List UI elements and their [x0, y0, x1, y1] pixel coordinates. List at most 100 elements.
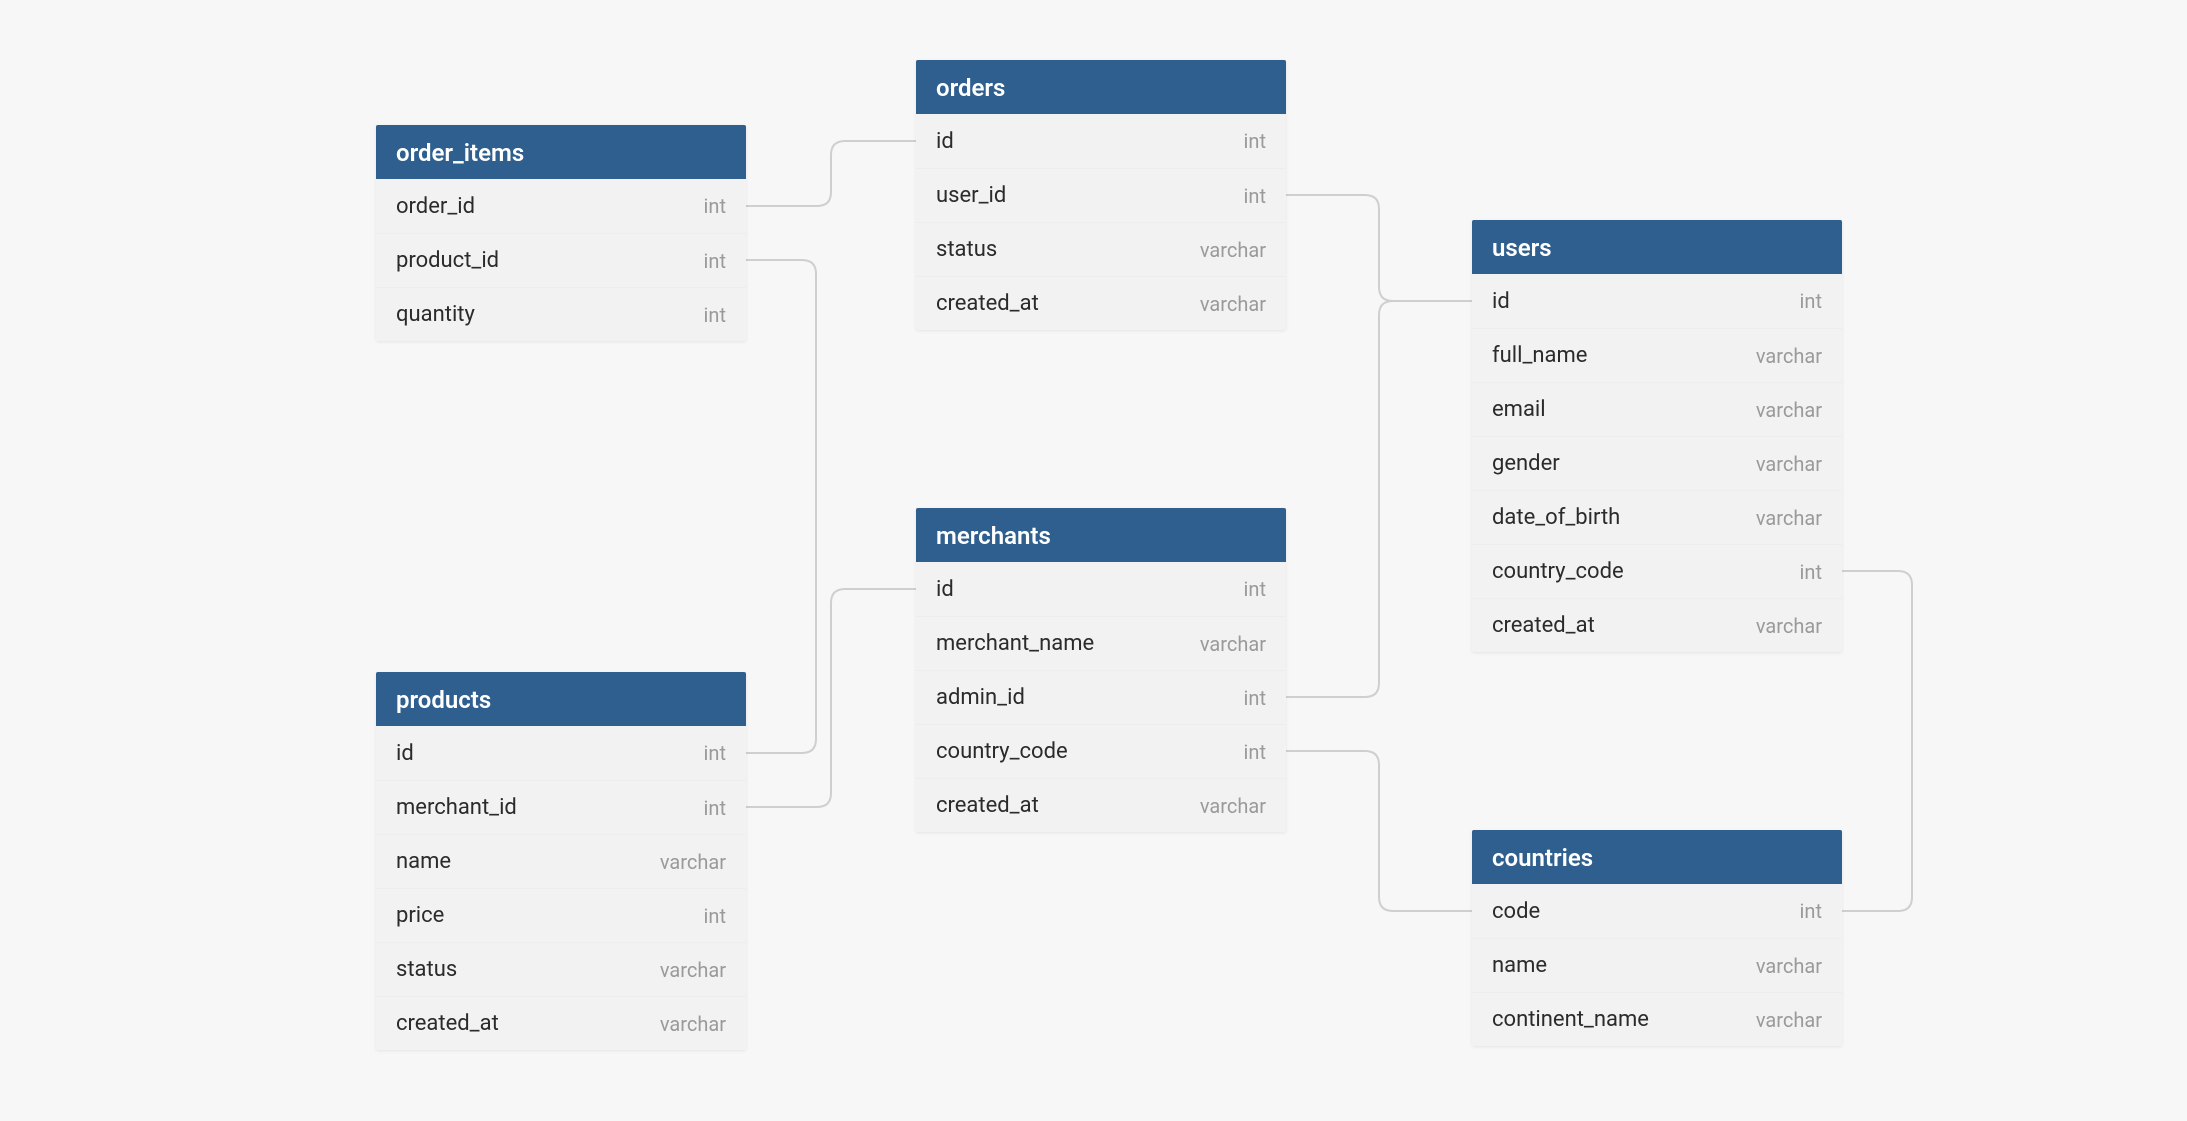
- column-type: int: [704, 796, 726, 820]
- column-row[interactable]: user_id int: [916, 168, 1286, 222]
- column-type: int: [704, 249, 726, 273]
- table-users[interactable]: usersidintfull_namevarcharemailvarcharge…: [1472, 220, 1842, 652]
- column-name: merchant_name: [936, 631, 1094, 656]
- column-row[interactable]: price int: [376, 888, 746, 942]
- relation-connector: [1842, 571, 1912, 911]
- column-row[interactable]: created_at varchar: [916, 778, 1286, 832]
- column-row[interactable]: gender varchar: [1472, 436, 1842, 490]
- column-row[interactable]: merchant_id int: [376, 780, 746, 834]
- column-row[interactable]: merchant_name varchar: [916, 616, 1286, 670]
- column-type: int: [1800, 899, 1822, 923]
- column-row[interactable]: product_id int: [376, 233, 746, 287]
- column-row[interactable]: id int: [916, 114, 1286, 168]
- column-name: order_id: [396, 194, 475, 219]
- column-type: int: [1244, 686, 1266, 710]
- column-type: int: [1244, 577, 1266, 601]
- column-type: int: [704, 194, 726, 218]
- column-name: created_at: [1492, 613, 1595, 638]
- table-header[interactable]: users: [1472, 220, 1842, 274]
- column-name: created_at: [936, 793, 1039, 818]
- column-name: product_id: [396, 248, 499, 273]
- column-row[interactable]: id int: [1472, 274, 1842, 328]
- column-row[interactable]: quantity int: [376, 287, 746, 341]
- column-row[interactable]: created_at varchar: [1472, 598, 1842, 652]
- column-name: full_name: [1492, 343, 1587, 368]
- table-order_items[interactable]: order_itemsorder_idintproduct_idintquant…: [376, 125, 746, 341]
- column-name: status: [396, 957, 457, 982]
- column-type: int: [1244, 184, 1266, 208]
- column-type: int: [1244, 740, 1266, 764]
- column-type: int: [1800, 560, 1822, 584]
- column-row[interactable]: idint: [916, 562, 1286, 616]
- column-type: varchar: [660, 1012, 726, 1036]
- relation-connector: [746, 260, 816, 753]
- column-row[interactable]: continent_name varchar: [1472, 992, 1842, 1046]
- relation-connector: [1286, 195, 1472, 301]
- column-name: continent_name: [1492, 1007, 1649, 1032]
- column-row[interactable]: date_of_birth varchar: [1472, 490, 1842, 544]
- column-type: varchar: [1756, 398, 1822, 422]
- diagram-canvas[interactable]: order_itemsorder_idintproduct_idintquant…: [0, 0, 2187, 1121]
- relation-connector: [1286, 301, 1472, 697]
- table-orders[interactable]: ordersidintuser_idintstatusvarcharcreate…: [916, 60, 1286, 330]
- column-type: varchar: [660, 958, 726, 982]
- column-type: varchar: [1756, 614, 1822, 638]
- column-row[interactable]: email varchar: [1472, 382, 1842, 436]
- column-row[interactable]: name varchar: [1472, 938, 1842, 992]
- column-row[interactable]: admin_id int: [916, 670, 1286, 724]
- column-name: price: [396, 903, 444, 928]
- column-row[interactable]: status varchar: [376, 942, 746, 996]
- column-type: varchar: [1200, 794, 1266, 818]
- column-type: varchar: [1756, 452, 1822, 476]
- column-name: quantity: [396, 302, 475, 327]
- column-type: varchar: [1200, 238, 1266, 262]
- column-type: varchar: [1200, 292, 1266, 316]
- column-row[interactable]: name varchar: [376, 834, 746, 888]
- column-name: id: [1492, 289, 1510, 314]
- column-row[interactable]: country_code int: [916, 724, 1286, 778]
- column-name: name: [396, 849, 451, 874]
- column-type: varchar: [1756, 954, 1822, 978]
- column-row[interactable]: code int: [1472, 884, 1842, 938]
- column-row[interactable]: country_code int: [1472, 544, 1842, 598]
- column-name: name: [1492, 953, 1547, 978]
- column-row[interactable]: full_name varchar: [1472, 328, 1842, 382]
- table-products[interactable]: productsidintmerchant_idintnamevarcharpr…: [376, 672, 746, 1050]
- column-name: email: [1492, 397, 1546, 422]
- column-row[interactable]: status varchar: [916, 222, 1286, 276]
- column-type: varchar: [1756, 344, 1822, 368]
- column-type: varchar: [660, 850, 726, 874]
- column-type: int: [704, 904, 726, 928]
- column-type: varchar: [1200, 632, 1266, 656]
- column-type: int: [1800, 289, 1822, 313]
- column-row[interactable]: created_at varchar: [376, 996, 746, 1050]
- column-type: varchar: [1756, 506, 1822, 530]
- table-merchants[interactable]: merchantsidintmerchant_namevarcharadmin_…: [916, 508, 1286, 832]
- column-name: country_code: [1492, 559, 1624, 584]
- column-type: int: [1244, 129, 1266, 153]
- column-type: varchar: [1756, 1008, 1822, 1032]
- table-header[interactable]: merchants: [916, 508, 1286, 562]
- table-header[interactable]: orders: [916, 60, 1286, 114]
- column-name: status: [936, 237, 997, 262]
- column-name: gender: [1492, 451, 1560, 476]
- column-row[interactable]: created_atvarchar: [916, 276, 1286, 330]
- table-header[interactable]: products: [376, 672, 746, 726]
- column-name: created_at: [396, 1011, 499, 1036]
- relation-connector: [1286, 751, 1472, 911]
- table-countries[interactable]: countriescodeintnamevarcharcontinent_nam…: [1472, 830, 1842, 1046]
- column-name: admin_id: [936, 685, 1025, 710]
- table-header[interactable]: order_items: [376, 125, 746, 179]
- column-row[interactable]: idint: [376, 726, 746, 780]
- column-name: merchant_id: [396, 795, 517, 820]
- column-row[interactable]: order_id int: [376, 179, 746, 233]
- column-name: date_of_birth: [1492, 505, 1620, 530]
- column-type: int: [704, 303, 726, 327]
- relation-connector: [746, 589, 916, 807]
- column-name: code: [1492, 899, 1540, 924]
- table-header[interactable]: countries: [1472, 830, 1842, 884]
- column-name: user_id: [936, 183, 1006, 208]
- column-type: int: [704, 741, 726, 765]
- column-name: id: [936, 129, 954, 154]
- column-name: country_code: [936, 739, 1068, 764]
